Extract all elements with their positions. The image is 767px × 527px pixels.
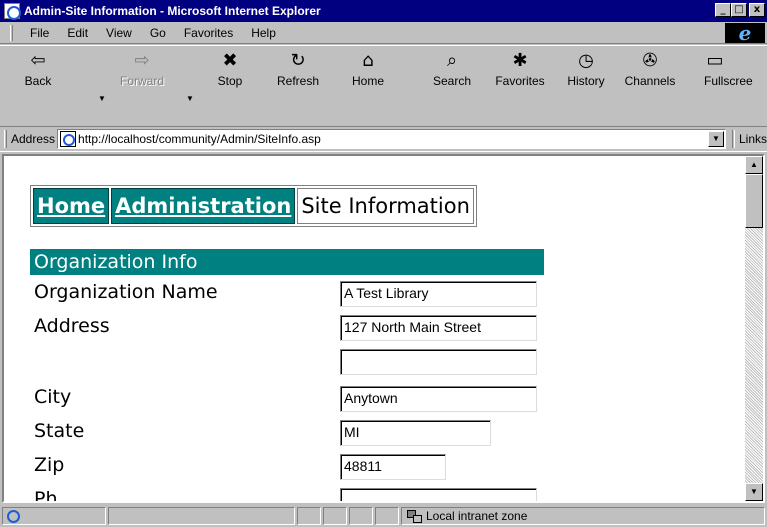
menu-edit[interactable]: Edit [58, 26, 97, 40]
page-icon [60, 131, 77, 147]
channels-label: Channels [624, 74, 676, 88]
scroll-down-icon[interactable]: ▼ [745, 483, 763, 501]
menu-go[interactable]: Go [141, 26, 175, 40]
channels-icon: ✇ [642, 50, 658, 71]
refresh-button[interactable]: ↻ Refresh [268, 50, 328, 90]
stop-icon: ✖ [222, 50, 238, 71]
refresh-icon: ↻ [290, 50, 306, 71]
ie-page-icon[interactable] [4, 3, 21, 20]
menu-view[interactable]: View [97, 26, 141, 40]
channels-button[interactable]: ✇ Channels [620, 50, 680, 90]
history-label: History [567, 74, 605, 88]
menu-bar: File Edit View Go Favorites Help [0, 22, 767, 44]
zip-field[interactable]: 48811 [340, 454, 446, 480]
window-title: Admin-Site Information - Microsoft Inter… [24, 4, 321, 18]
address-line2-field[interactable] [340, 349, 537, 375]
address-line1-field[interactable]: 127 North Main Street [340, 315, 537, 341]
status-cell-4 [375, 507, 399, 525]
menu-file[interactable]: File [21, 26, 58, 40]
scroll-up-icon[interactable]: ▲ [745, 156, 763, 174]
phone-label: Ph [34, 488, 58, 501]
menu-favorites[interactable]: Favorites [175, 26, 242, 40]
address-label: Address [10, 132, 56, 146]
fullscreen-button[interactable]: ▭ Fullscree [704, 50, 767, 90]
home-button[interactable]: ⌂ Home [338, 50, 398, 90]
favorites-button[interactable]: ✱ Favorites [490, 50, 550, 90]
city-label: City [34, 386, 72, 408]
fullscreen-label: Fullscree [704, 74, 753, 88]
back-button[interactable]: ⇦ Back [8, 50, 68, 90]
back-arrow-icon: ⇦ [30, 50, 46, 71]
forward-arrow-icon: ⇨ [134, 50, 150, 71]
status-cell-2 [323, 507, 348, 525]
search-label: Search [432, 74, 472, 88]
search-button[interactable]: ⌕ Search [422, 50, 482, 90]
restore-button[interactable]: □ [731, 3, 747, 17]
menu-grip[interactable] [10, 24, 13, 41]
forward-label: Forward [119, 74, 164, 88]
favorites-icon: ✱ [512, 50, 528, 71]
close-button[interactable]: x [749, 3, 765, 17]
breadcrumb-home-link[interactable]: Home [33, 188, 110, 224]
org-name-label: Organization Name [34, 281, 218, 303]
address-label-field: Address [34, 315, 110, 337]
links-button[interactable]: Links [739, 132, 767, 146]
status-zone-text: Local intranet zone [425, 509, 528, 523]
address-grip[interactable] [4, 130, 7, 148]
history-icon: ◷ [578, 50, 594, 71]
status-cell-3 [349, 507, 374, 525]
title-bar: Admin-Site Information - Microsoft Inter… [0, 0, 767, 22]
breadcrumb-current: Site Information [297, 188, 474, 224]
city-field[interactable]: Anytown [340, 386, 537, 412]
forward-dropdown-icon[interactable]: ▼ [186, 94, 194, 103]
links-separator [732, 130, 735, 148]
favorites-label: Favorites [495, 74, 545, 88]
back-label: Back [24, 74, 52, 88]
stop-label: Stop [217, 74, 243, 88]
breadcrumb-administration-link[interactable]: Administration [111, 188, 296, 224]
vertical-scrollbar[interactable]: ▲ ▼ [745, 156, 763, 501]
menu-help[interactable]: Help [242, 26, 285, 40]
address-url[interactable]: http://localhost/community/Admin/SiteInf… [78, 132, 321, 146]
section-header: Organization Info [30, 249, 544, 275]
status-bar: Local intranet zone [0, 505, 767, 527]
home-label: Home [351, 74, 384, 88]
back-dropdown-icon[interactable]: ▼ [98, 94, 106, 103]
status-ie-icon [5, 508, 21, 524]
zip-label: Zip [34, 454, 65, 476]
phone-field[interactable] [340, 488, 537, 501]
status-text-cell [2, 507, 106, 525]
history-button[interactable]: ◷ History [556, 50, 616, 90]
breadcrumb: Home Administration Site Information [30, 185, 477, 227]
address-bar: Address http://localhost/community/Admin… [0, 126, 767, 152]
page-viewport: Home Administration Site Information Org… [2, 154, 765, 503]
scroll-thumb[interactable] [745, 174, 763, 228]
address-input[interactable]: http://localhost/community/Admin/SiteInf… [57, 129, 727, 149]
standard-toolbar: ⇦ Back ▼ ⇨ Forward ▼ ✖ Stop ↻ Refresh ⌂ … [0, 45, 767, 125]
search-icon: ⌕ [446, 50, 458, 71]
refresh-label: Refresh [276, 74, 320, 88]
state-label: State [34, 420, 85, 442]
stop-button[interactable]: ✖ Stop [200, 50, 260, 90]
status-progress-cell [107, 507, 296, 525]
minimize-button[interactable]: _ [715, 3, 731, 17]
home-icon: ⌂ [362, 50, 374, 71]
page-content: Home Administration Site Information Org… [4, 156, 743, 501]
status-cell-1 [297, 507, 322, 525]
ie-logo-icon: e [725, 23, 765, 43]
address-dropdown-icon[interactable]: ▼ [708, 131, 725, 147]
state-field[interactable]: MI [340, 420, 491, 446]
status-zone-cell: Local intranet zone [400, 507, 765, 525]
org-name-field[interactable]: A Test Library [340, 281, 537, 307]
intranet-zone-icon [406, 509, 422, 523]
fullscreen-icon: ▭ [706, 50, 724, 71]
forward-button[interactable]: ⇨ Forward [112, 50, 172, 90]
window-controls: _ □ x [715, 3, 765, 17]
